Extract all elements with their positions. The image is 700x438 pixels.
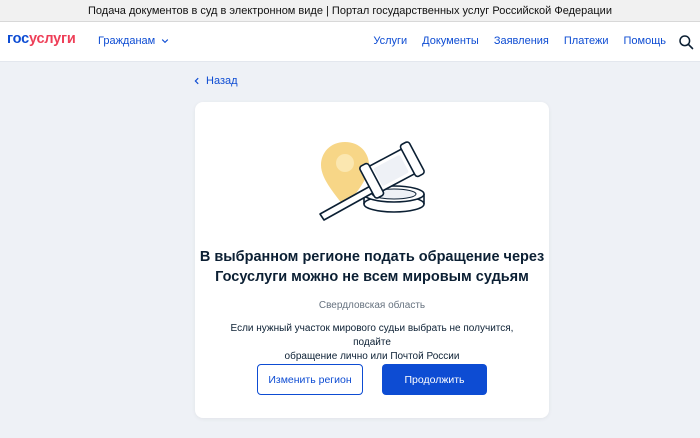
nav-item-applications[interactable]: Заявления <box>494 35 549 47</box>
continue-button[interactable]: Продолжить <box>382 364 487 395</box>
heading-line-2: Госуслуги можно не всем мировым судьям <box>215 269 529 285</box>
info-line-1: Если нужный участок мирового судьи выбра… <box>230 323 514 348</box>
back-label: Назад <box>206 75 238 87</box>
gavel-location-pin-illustration <box>319 141 425 221</box>
window-title: Подача документов в суд в электронном ви… <box>88 4 612 17</box>
logo-text-part2: услуги <box>28 31 76 47</box>
region-name: Свердловская область <box>318 300 426 311</box>
card-heading: В выбранном регионе подать обращение чер… <box>195 247 549 287</box>
audience-selector[interactable]: Гражданам <box>98 35 169 47</box>
search-icon[interactable] <box>678 34 694 50</box>
chevron-down-icon <box>162 39 169 44</box>
audience-label: Гражданам <box>98 35 156 47</box>
chevron-left-icon <box>194 77 199 85</box>
nav-item-help[interactable]: Помощь <box>624 35 667 47</box>
site-header: госуслуги Гражданам Услуги Документы Зая… <box>0 22 700 62</box>
logo-text-part1: гос <box>7 31 29 47</box>
nav-item-payments[interactable]: Платежи <box>564 35 609 47</box>
card-info-text: Если нужный участок мирового судьи выбра… <box>212 322 532 364</box>
back-link[interactable]: Назад <box>193 75 238 87</box>
info-line-2: обращение лично или Почтой России <box>284 351 460 362</box>
heading-line-1: В выбранном регионе подать обращение чер… <box>199 249 545 265</box>
nav-item-documents[interactable]: Документы <box>422 35 479 47</box>
nav-item-services[interactable]: Услуги <box>373 35 407 47</box>
window-title-bar: Подача документов в суд в электронном ви… <box>0 0 700 22</box>
main-nav: Услуги Документы Заявления Платежи Помощ… <box>358 35 666 47</box>
gosuslugi-logo[interactable]: госуслуги <box>7 31 76 47</box>
change-region-button[interactable]: Изменить регион <box>257 364 363 395</box>
